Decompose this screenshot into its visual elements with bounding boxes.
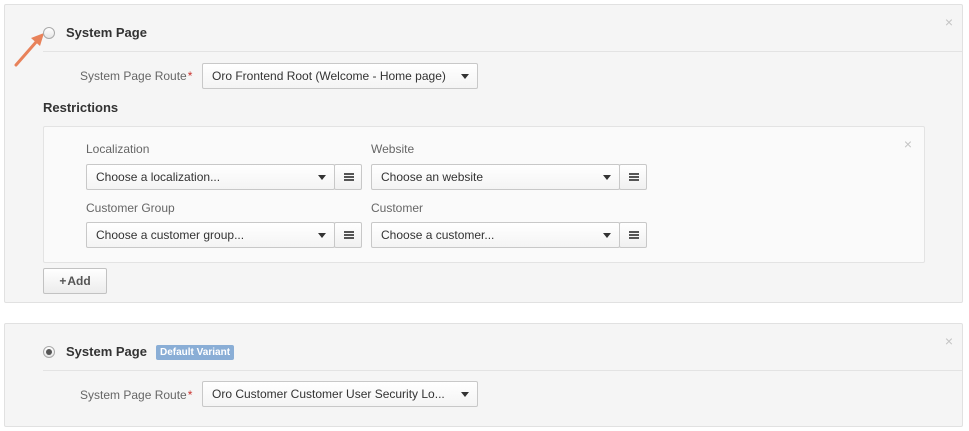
restrictions-title: Restrictions [43, 100, 119, 115]
variant-radio[interactable] [43, 27, 55, 39]
hamburger-icon [344, 173, 354, 181]
variant-title: System Page [66, 25, 147, 40]
localization-menu-button[interactable] [334, 164, 362, 190]
customer-group-select[interactable]: Choose a customer group... [86, 222, 335, 248]
pointer-arrow-icon [14, 33, 44, 67]
content-variant-card-default: × System Page Default Variant System Pag… [4, 323, 963, 427]
divider [43, 51, 962, 52]
plus-icon: + [59, 274, 67, 288]
chevron-down-icon [603, 233, 611, 238]
customer-label: Customer [371, 201, 424, 215]
customer-group-menu-button[interactable] [334, 222, 362, 248]
system-page-route-select[interactable]: Oro Customer Customer User Security Lo..… [202, 381, 478, 407]
customer-select[interactable]: Choose a customer... [371, 222, 620, 248]
system-page-route-label: System Page Route* [80, 69, 193, 83]
localization-select[interactable]: Choose a localization... [86, 164, 335, 190]
chevron-down-icon [461, 392, 469, 397]
hamburger-icon [629, 173, 639, 181]
default-variant-badge: Default Variant [156, 345, 235, 360]
close-icon[interactable]: × [904, 137, 912, 151]
required-mark: * [187, 388, 193, 402]
chevron-down-icon [461, 74, 469, 79]
restrictions-box: × Localization Choose a localization... … [43, 126, 925, 263]
website-select[interactable]: Choose an website [371, 164, 620, 190]
variant-title: System Page [66, 344, 147, 359]
system-page-route-select[interactable]: Oro Frontend Root (Welcome - Home page) [202, 63, 478, 89]
hamburger-icon [344, 231, 354, 239]
add-restriction-button[interactable]: +Add [43, 268, 107, 294]
customer-group-label: Customer Group [86, 201, 175, 215]
divider [43, 370, 962, 371]
website-label: Website [371, 142, 415, 156]
website-menu-button[interactable] [619, 164, 647, 190]
localization-label: Localization [86, 142, 150, 156]
content-variant-card-system-page: × System Page System Page Route* Oro Fro… [4, 4, 963, 303]
system-page-route-label: System Page Route* [80, 388, 193, 402]
chevron-down-icon [318, 233, 326, 238]
chevron-down-icon [318, 175, 326, 180]
required-mark: * [187, 69, 193, 83]
close-icon[interactable]: × [945, 334, 953, 348]
variant-radio-selected[interactable] [43, 346, 55, 358]
customer-menu-button[interactable] [619, 222, 647, 248]
hamburger-icon [629, 231, 639, 239]
chevron-down-icon [603, 175, 611, 180]
close-icon[interactable]: × [945, 15, 953, 29]
